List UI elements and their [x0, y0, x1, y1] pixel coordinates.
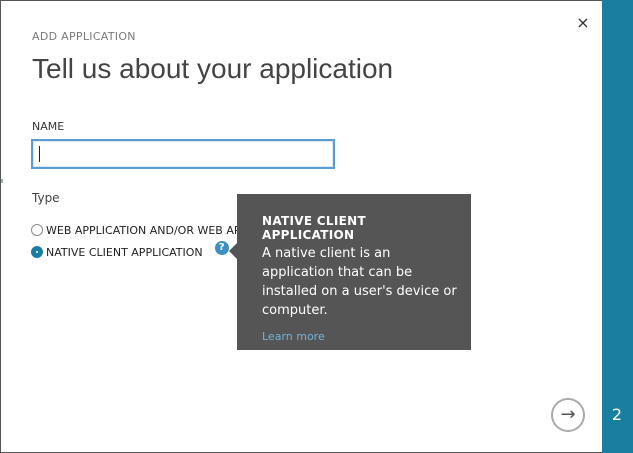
tooltip-arrow	[229, 243, 237, 259]
radio-web-application[interactable]: WEB APPLICATION AND/OR WEB API	[31, 222, 240, 238]
native-client-tooltip: NATIVE CLIENT APPLICATION A native clien…	[229, 194, 471, 350]
radio-button-web[interactable]	[31, 224, 43, 236]
name-label: NAME	[32, 120, 65, 133]
wizard-step-panel: 2	[602, 0, 633, 453]
radio-native-label: NATIVE CLIENT APPLICATION	[46, 245, 203, 259]
next-arrow-button[interactable]: →	[551, 398, 585, 432]
tooltip-body: A native client is an application that c…	[262, 246, 457, 318]
add-application-dialog: × ADD APPLICATION Tell us about your app…	[0, 0, 633, 453]
left-edge	[1, 1, 3, 452]
radio-button-native[interactable]	[31, 246, 43, 258]
help-icon[interactable]: ?	[214, 241, 229, 255]
text-cursor	[39, 146, 40, 162]
name-input[interactable]	[31, 139, 335, 169]
tooltip-title: NATIVE CLIENT APPLICATION	[262, 214, 366, 242]
dialog-title: Tell us about your application	[32, 53, 394, 84]
close-icon[interactable]: ×	[574, 14, 592, 32]
dialog-supertitle: ADD APPLICATION	[32, 30, 136, 43]
step-number: 2	[611, 405, 623, 424]
radio-web-label: WEB APPLICATION AND/OR WEB API	[46, 223, 240, 237]
learn-more-link[interactable]: Learn more	[262, 330, 325, 343]
radio-native-client[interactable]: NATIVE CLIENT APPLICATION ?	[31, 241, 229, 260]
type-label: Type	[32, 191, 60, 205]
